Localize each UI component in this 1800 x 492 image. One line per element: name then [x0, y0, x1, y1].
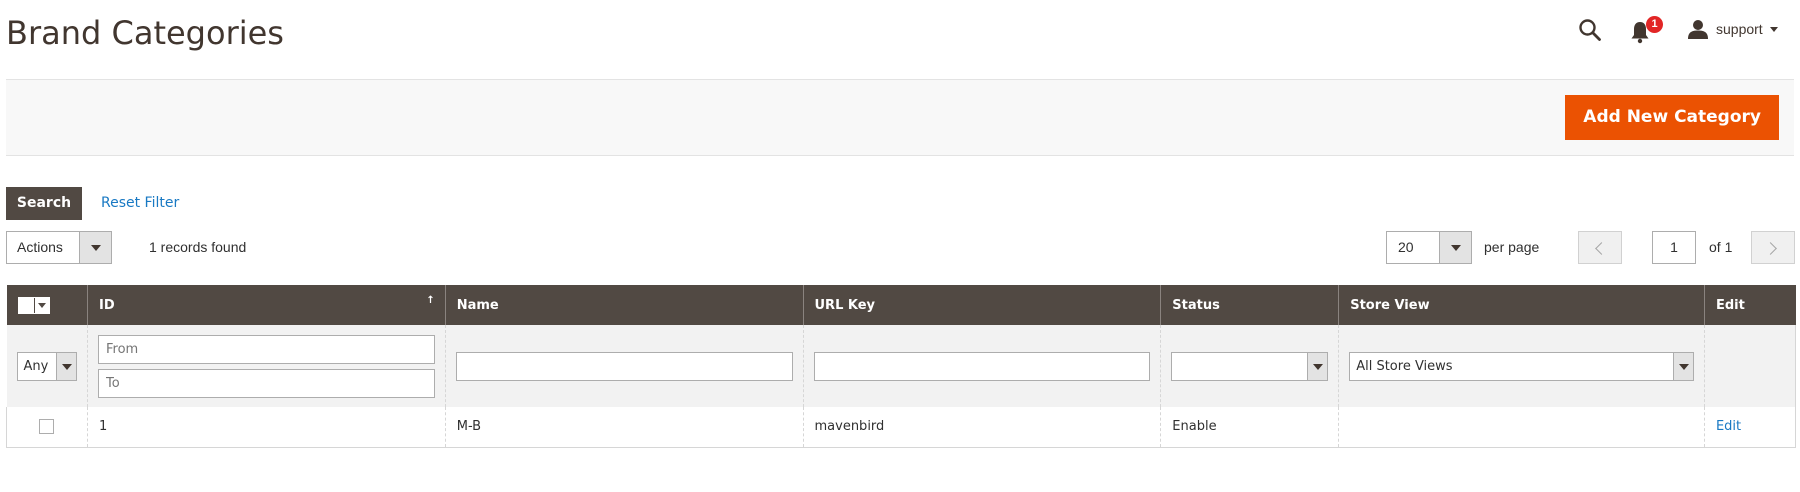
chevron-down-icon	[55, 352, 76, 380]
grid-filter-row: Any All Store V	[6, 325, 1797, 407]
column-header-name[interactable]: Name	[444, 285, 803, 325]
per-page-value: 20	[1398, 239, 1414, 255]
notifications-button[interactable]: 1	[1630, 16, 1663, 44]
chevron-down-icon	[1769, 26, 1778, 32]
chevron-down-icon	[1439, 232, 1471, 263]
search-icon	[1579, 19, 1601, 41]
mass-actions-label: Actions	[17, 239, 63, 255]
user-name: support	[1716, 21, 1763, 37]
mass-actions-select[interactable]: Actions	[6, 231, 112, 264]
search-button[interactable]: Search	[6, 187, 82, 220]
cell-id: 1	[86, 407, 446, 448]
column-header-id[interactable]: ID ↑	[86, 285, 446, 325]
column-header-store-view[interactable]: Store View	[1338, 285, 1705, 325]
total-pages-label: of 1	[1709, 239, 1733, 255]
url-key-filter-input[interactable]	[813, 351, 1151, 381]
per-page-label: per page	[1484, 239, 1540, 255]
mass-select-filter[interactable]: Any	[16, 351, 77, 381]
reset-filter-link[interactable]: Reset Filter	[101, 195, 179, 211]
table-row[interactable]: 1 M-B mavenbird Enable Edit	[6, 407, 1797, 448]
name-filter-input[interactable]	[455, 351, 793, 381]
mass-select-header[interactable]	[6, 285, 88, 325]
column-header-id-label: ID	[98, 297, 115, 313]
row-checkbox[interactable]	[39, 419, 55, 435]
current-page-input[interactable]: 1	[1652, 231, 1696, 264]
cell-store-view	[1338, 407, 1705, 448]
next-page-button[interactable]	[1751, 231, 1795, 264]
cell-status: Enable	[1160, 407, 1339, 448]
status-filter-select[interactable]	[1171, 351, 1329, 381]
cell-name: M-B	[444, 407, 803, 448]
chevron-down-icon	[79, 232, 111, 263]
user-account-menu[interactable]: support	[1688, 17, 1778, 41]
per-page-select[interactable]: 20	[1386, 231, 1472, 264]
chevron-left-icon	[1595, 242, 1608, 255]
page-title: Brand Categories	[6, 14, 284, 52]
store-view-filter-select[interactable]: All Store Views	[1349, 351, 1694, 381]
mass-select-dropdown[interactable]	[17, 296, 50, 314]
notification-count-badge: 1	[1646, 16, 1663, 33]
mass-select-filter-value: Any	[23, 358, 49, 374]
edit-link[interactable]: Edit	[1716, 419, 1741, 434]
previous-page-button[interactable]	[1578, 231, 1622, 264]
store-view-filter-value: All Store Views	[1356, 358, 1453, 374]
page-actions-bar: Add New Category	[6, 79, 1794, 156]
column-header-edit: Edit	[1703, 285, 1796, 325]
cell-url-key: mavenbird	[802, 407, 1161, 448]
chevron-right-icon	[1764, 242, 1777, 255]
column-header-status[interactable]: Status	[1160, 285, 1339, 325]
add-new-category-button[interactable]: Add New Category	[1565, 95, 1779, 140]
id-to-input[interactable]	[97, 368, 435, 398]
edit-filter-cell	[1703, 325, 1797, 407]
chevron-down-icon	[1307, 352, 1328, 380]
user-icon	[1688, 20, 1708, 39]
chevron-down-icon[interactable]	[33, 297, 49, 313]
global-search-button[interactable]	[1578, 18, 1602, 42]
records-found-count: 1 records found	[149, 239, 247, 255]
grid-header-row: ID ↑ Name URL Key Status Store View Edit	[6, 285, 1796, 325]
sort-ascending-icon: ↑	[426, 295, 435, 306]
column-header-url-key[interactable]: URL Key	[802, 285, 1161, 325]
id-from-input[interactable]	[97, 334, 435, 364]
brand-categories-grid: ID ↑ Name URL Key Status Store View Edit…	[6, 285, 1797, 448]
mass-select-checkbox[interactable]	[18, 297, 34, 313]
chevron-down-icon	[1672, 352, 1693, 380]
